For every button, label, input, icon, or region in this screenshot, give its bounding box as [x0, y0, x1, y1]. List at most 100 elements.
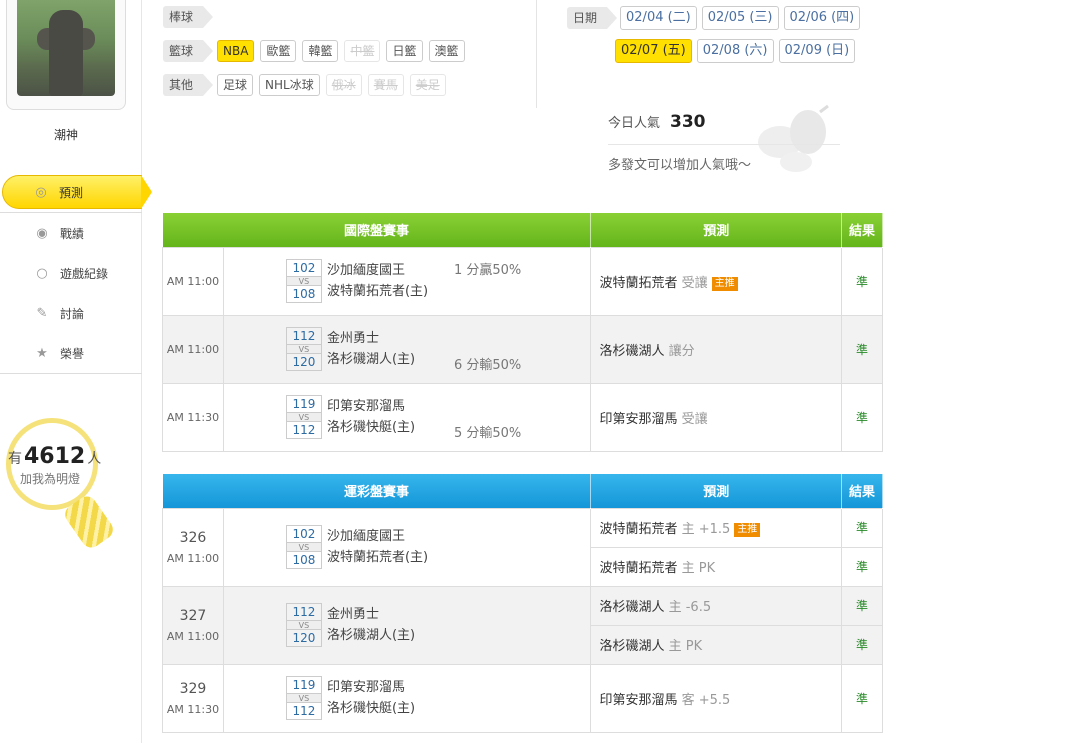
result-label: 準: [841, 246, 883, 316]
vs-label: VS: [286, 344, 321, 354]
mingdeng-number: 4612: [24, 444, 86, 469]
away-team[interactable]: 沙加緬度國王: [327, 526, 428, 547]
category-baseball[interactable]: 棒球: [163, 6, 214, 28]
prediction-team: 波特蘭拓荒者: [599, 561, 678, 576]
away-team[interactable]: 沙加緬度國王: [327, 260, 428, 281]
intl-row: AM 11:00 102 VS 108 沙加緬度國王 波特蘭拓荒者(主) 1 分贏50% 波特…: [162, 246, 883, 316]
sidebar: 潮神 ◎ 預測 ◉ 戰績 ○ 遊戲紀錄 ✎ 討論 ★ 榮譽 有4612 人 加我為明燈: [0, 0, 152, 743]
home-team[interactable]: 洛杉磯湖人(主): [327, 349, 415, 370]
username[interactable]: 潮神: [6, 126, 126, 143]
prediction-cell: 波特蘭拓荒者 主 PK: [590, 546, 843, 587]
home-team[interactable]: 波特蘭拓荒者(主): [327, 281, 428, 302]
away-score: 112: [292, 329, 316, 343]
popularity-divider: [608, 144, 840, 145]
home-score: 108: [292, 287, 316, 301]
home-team[interactable]: 洛杉磯湖人(主): [327, 625, 415, 646]
popularity-label: 今日人氣: [608, 116, 661, 131]
vs-label: VS: [286, 620, 321, 630]
matchup-cell: 112 VS 120 金州勇士 洛杉磯湖人(主): [222, 585, 592, 665]
result-label: 準: [841, 382, 883, 452]
filter-chip-other-1[interactable]: NHL冰球: [259, 74, 320, 96]
mingdeng-label: 加我為明燈: [20, 472, 81, 486]
game-time: AM 11:00: [166, 551, 220, 565]
prediction-cell: 印第安那溜馬 客 +5.5: [590, 663, 843, 733]
date-chip[interactable]: 02/09 (日): [778, 39, 856, 63]
away-team[interactable]: 印第安那溜馬: [327, 396, 415, 417]
odds-label: 1 分贏50%: [453, 262, 522, 278]
home-team[interactable]: 洛杉磯快艇(主): [327, 698, 415, 719]
date-chip[interactable]: 02/04 (二): [620, 6, 697, 30]
date-label: 日期: [567, 7, 618, 29]
filter-chip-basketball-0[interactable]: NBA: [217, 40, 255, 62]
home-team[interactable]: 洛杉磯快艇(主): [327, 417, 415, 438]
intl-table: 國際盤賽事 預測 結果 AM 11:00 102 VS 108 沙加緬度國王 波特蘭拓荒者…: [162, 213, 883, 452]
filter-chip-basketball-2[interactable]: 韓籃: [302, 40, 339, 62]
result-label: 準: [841, 624, 883, 665]
mingdeng-count: 有4612 人: [8, 444, 101, 469]
date-selector: 日期 02/04 (二) 02/05 (三) 02/06 (四) 02/07 (五)…: [536, 0, 866, 108]
filter-chip-basketball-4[interactable]: 日籃: [386, 40, 423, 62]
date-chip[interactable]: 02/08 (六): [696, 39, 774, 63]
game-number-time: 326 AM 11:00: [162, 507, 224, 587]
home-score: 112: [292, 704, 316, 718]
date-chip[interactable]: 02/07 (五): [615, 39, 692, 63]
lottery-header-pred: 預測: [590, 474, 843, 508]
away-team[interactable]: 金州勇士: [327, 328, 415, 349]
nav-item-3[interactable]: ✎ 討論: [0, 293, 142, 333]
prediction-type: 受讓: [681, 411, 708, 427]
home-score: 112: [292, 423, 316, 437]
filter-chip-basketball-5[interactable]: 澳籃: [428, 40, 465, 62]
lottery-table: 運彩盤賽事 預測 結果 326 AM 11:00 102 VS 108 沙加緬度國王 波特蘭…: [162, 474, 883, 733]
score-box: 119 VS 112: [285, 395, 322, 439]
prediction-team: 洛杉磯湖人: [599, 343, 665, 359]
matchup-cell: 112 VS 120 金州勇士 洛杉磯湖人(主) 6 分輸50%: [222, 314, 592, 384]
game-time: AM 11:00: [162, 246, 224, 316]
medal-icon: ★: [36, 345, 48, 361]
matchup: 102 VS 108 沙加緬度國王 波特蘭拓荒者(主): [285, 525, 591, 569]
result-label: 準: [841, 546, 883, 587]
date-chip[interactable]: 02/05 (三): [701, 6, 779, 30]
nav-item-label: 遊戲紀錄: [60, 266, 109, 281]
prediction-type: 主 PK: [681, 561, 716, 576]
prediction-type: 主 +1.5: [681, 522, 731, 537]
nav-item-2[interactable]: ○ 遊戲紀錄: [0, 253, 142, 293]
lottery-header-result: 結果: [841, 474, 883, 508]
nav-item-label: 榮譽: [60, 346, 85, 361]
nav-item-1[interactable]: ◉ 戰績: [0, 213, 142, 253]
game-time: AM 11:00: [162, 314, 224, 384]
category-other[interactable]: 其他: [163, 74, 214, 96]
matchup: 119 VS 112 印第安那溜馬 洛杉磯快艇(主): [285, 395, 591, 439]
result-label: 準: [841, 663, 883, 733]
away-team[interactable]: 金州勇士: [327, 604, 415, 625]
intl-header-row: 國際盤賽事 預測 結果: [162, 213, 883, 247]
score-box: 102 VS 108: [285, 259, 322, 303]
matchup: 102 VS 108 沙加緬度國王 波特蘭拓荒者(主): [285, 259, 591, 303]
date-chip[interactable]: 02/06 (四): [783, 6, 861, 30]
nav-item-0[interactable]: ◎ 預測: [2, 175, 152, 209]
category-basketball[interactable]: 籃球: [163, 40, 214, 62]
game-number: 326: [179, 529, 207, 546]
filter-chip-basketball-1[interactable]: 歐籃: [260, 40, 297, 62]
filter-chip-other-3: 賽馬: [367, 74, 404, 96]
nav-item-4[interactable]: ★ 榮譽: [0, 333, 142, 373]
result-label: 準: [841, 507, 883, 548]
filter-chip-other-4: 美足: [409, 74, 446, 96]
team-names: 印第安那溜馬 洛杉磯快艇(主): [327, 677, 415, 719]
prediction-cell: 洛杉磯湖人 主 PK: [590, 624, 843, 665]
score-box: 112 VS 120: [285, 327, 322, 371]
prediction-team: 印第安那溜馬: [599, 411, 678, 427]
away-score: 102: [292, 527, 316, 541]
filter-chip-other-0[interactable]: 足球: [217, 74, 254, 96]
home-team[interactable]: 波特蘭拓荒者(主): [327, 547, 428, 568]
away-team[interactable]: 印第安那溜馬: [327, 677, 415, 698]
prediction-cell: 波特蘭拓荒者 受讓 主推: [590, 246, 843, 316]
nav-item-label: 戰績: [60, 226, 85, 241]
intl-header-pred: 預測: [590, 213, 843, 247]
game-number: 329: [179, 680, 207, 697]
matchup-cell: 102 VS 108 沙加緬度國王 波特蘭拓荒者(主) 1 分贏50%: [222, 246, 592, 316]
avatar[interactable]: [17, 0, 115, 96]
away-score: 119: [292, 397, 316, 411]
prediction-team: 波特蘭拓荒者: [599, 275, 678, 291]
chat-icon: ✎: [36, 305, 48, 321]
lottery-row: 326 AM 11:00 102 VS 108 沙加緬度國王 波特蘭拓荒者(主) 波特蘭拓荒者…: [162, 507, 883, 587]
